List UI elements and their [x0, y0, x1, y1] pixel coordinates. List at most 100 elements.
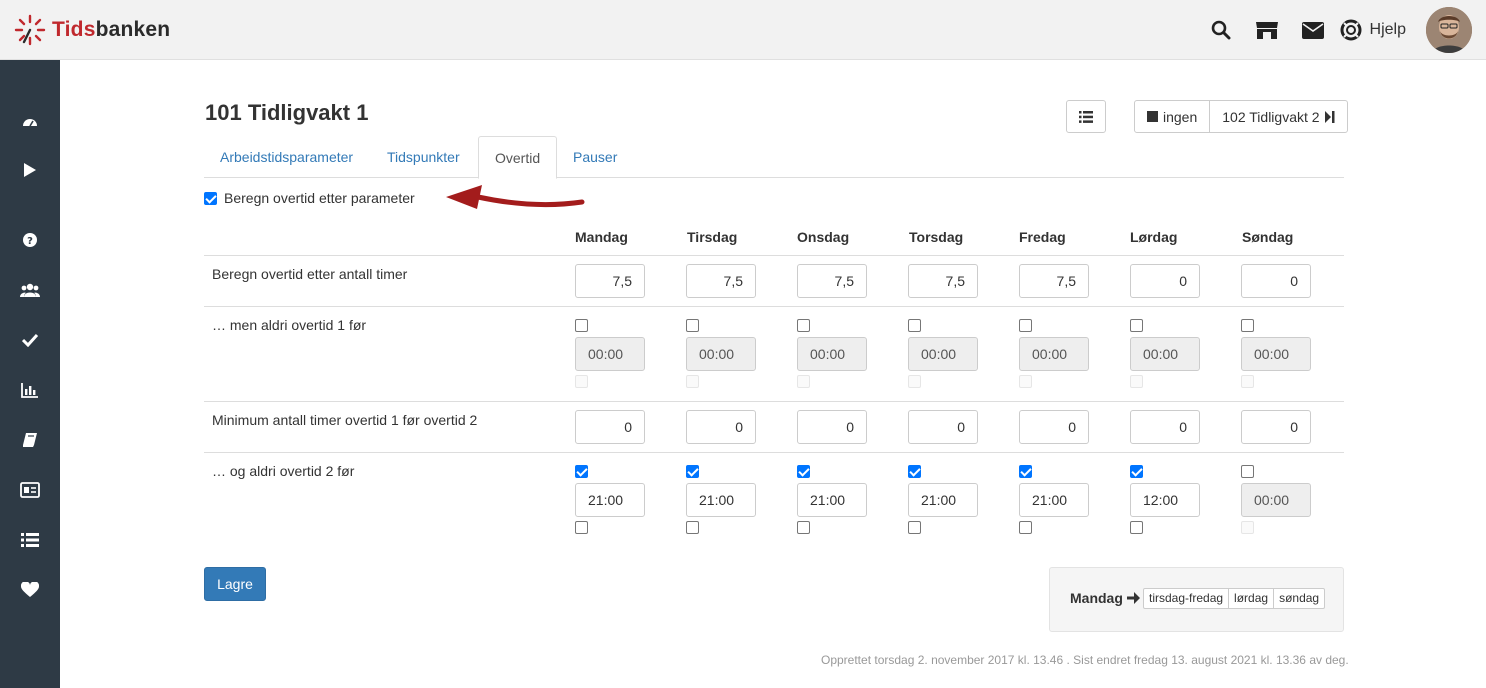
ot2-enable-checkbox-fredag[interactable]	[1019, 465, 1032, 478]
ot2-enable-checkbox-torsdag[interactable]	[908, 465, 921, 478]
min-ot1-input-lordag[interactable]: 0	[1130, 410, 1200, 444]
ot2-next-day-checkbox-tirsdag[interactable]	[686, 521, 699, 534]
bar-chart-icon[interactable]	[0, 370, 60, 410]
day-header-torsdag: Torsdag	[909, 229, 964, 245]
ot1-next-day-checkbox-tirsdag	[686, 375, 699, 388]
ot1-enable-checkbox-fredag[interactable]	[1019, 319, 1032, 332]
calc-overtime-by-parameter-label: Beregn overtid etter parameter	[224, 190, 415, 206]
list-icon	[1079, 110, 1093, 123]
row-label-hours: Beregn overtid etter antall timer	[212, 266, 408, 282]
annotation-arrow-icon	[446, 185, 585, 209]
divider	[204, 306, 1344, 307]
hours-input-tirsdag[interactable]: 7,5	[686, 264, 756, 298]
id-card-icon[interactable]	[0, 470, 60, 510]
ot2-enable-checkbox-mandag[interactable]	[575, 465, 588, 478]
ot2-time-input-lordag[interactable]: 12:00	[1130, 483, 1200, 517]
day-header-mandag: Mandag	[575, 229, 628, 245]
min-ot1-input-sondag[interactable]: 0	[1241, 410, 1311, 444]
ot1-enable-checkbox-mandag[interactable]	[575, 319, 588, 332]
question-icon[interactable]: ?	[0, 220, 60, 260]
store-icon[interactable]	[1244, 7, 1290, 53]
divider	[204, 452, 1344, 453]
copy-to-saturday-button[interactable]: lørdag	[1228, 589, 1273, 608]
hours-input-mandag[interactable]: 7,5	[575, 264, 645, 298]
calc-overtime-by-parameter-checkbox[interactable]	[204, 192, 217, 205]
copy-target-buttons: tirsdag-fredag lørdag søndag	[1143, 588, 1326, 609]
help-link[interactable]: Hjelp	[1340, 19, 1406, 41]
ot2-enable-checkbox-onsdag[interactable]	[797, 465, 810, 478]
heart-icon[interactable]	[0, 570, 60, 610]
ot1-next-day-checkbox-lordag	[1130, 375, 1143, 388]
shift-navigation: ingen 102 Tidligvakt 2	[1134, 100, 1348, 133]
save-button[interactable]: Lagre	[204, 567, 266, 601]
hours-input-lordag[interactable]: 0	[1130, 264, 1200, 298]
min-ot1-input-fredag[interactable]: 0	[1019, 410, 1089, 444]
ot2-next-day-checkbox-lordag[interactable]	[1130, 521, 1143, 534]
page-title: 101 Tidligvakt 1	[205, 100, 369, 125]
mail-icon[interactable]	[1290, 7, 1336, 53]
list-view-button[interactable]	[1066, 100, 1106, 133]
min-ot1-input-torsdag[interactable]: 0	[908, 410, 978, 444]
ot2-time-input-mandag[interactable]: 21:00	[575, 483, 645, 517]
ot1-time-input-mandag: 00:00	[575, 337, 645, 371]
ot2-enable-checkbox-sondag[interactable]	[1241, 465, 1254, 478]
min-ot1-input-onsdag[interactable]: 0	[797, 410, 867, 444]
row-label-never-ot1-before: … men aldri overtid 1 før	[212, 317, 367, 333]
copy-to-sunday-button[interactable]: søndag	[1273, 589, 1324, 608]
arrow-right-icon	[1126, 592, 1140, 604]
ot2-enable-checkbox-tirsdag[interactable]	[686, 465, 699, 478]
previous-shift-button[interactable]: ingen	[1135, 101, 1209, 132]
ot1-time-input-tirsdag: 00:00	[686, 337, 756, 371]
logo-text: Tidsbanken	[52, 18, 171, 41]
min-ot1-input-mandag[interactable]: 0	[575, 410, 645, 444]
help-label: Hjelp	[1369, 21, 1406, 38]
ot1-enable-checkbox-sondag[interactable]	[1241, 319, 1254, 332]
day-header-fredag: Fredag	[1019, 229, 1066, 245]
tab-pauser[interactable]: Pauser	[557, 136, 633, 178]
next-shift-button[interactable]: 102 Tidligvakt 2	[1209, 101, 1346, 132]
user-avatar[interactable]	[1426, 7, 1472, 53]
ot1-enable-checkbox-tirsdag[interactable]	[686, 319, 699, 332]
tab-tidspunkter[interactable]: Tidspunkter	[371, 136, 476, 178]
check-icon[interactable]	[0, 320, 60, 360]
record-history-note: Opprettet torsdag 2. november 2017 kl. 1…	[821, 653, 1349, 667]
day-header-tirsdag: Tirsdag	[687, 229, 738, 245]
hours-input-sondag[interactable]: 0	[1241, 264, 1311, 298]
hours-input-torsdag[interactable]: 7,5	[908, 264, 978, 298]
ot1-enable-checkbox-onsdag[interactable]	[797, 319, 810, 332]
ot2-next-day-checkbox-onsdag[interactable]	[797, 521, 810, 534]
ot2-next-day-checkbox-torsdag[interactable]	[908, 521, 921, 534]
hours-input-fredag[interactable]: 7,5	[1019, 264, 1089, 298]
play-icon[interactable]	[0, 150, 60, 190]
ot2-time-input-fredag[interactable]: 21:00	[1019, 483, 1089, 517]
ot2-next-day-checkbox-fredag[interactable]	[1019, 521, 1032, 534]
ot2-time-input-onsdag[interactable]: 21:00	[797, 483, 867, 517]
ot2-next-day-checkbox-mandag[interactable]	[575, 521, 588, 534]
ot2-enable-checkbox-lordag[interactable]	[1130, 465, 1143, 478]
ot2-time-input-torsdag[interactable]: 21:00	[908, 483, 978, 517]
ot1-enable-checkbox-torsdag[interactable]	[908, 319, 921, 332]
hours-input-onsdag[interactable]: 7,5	[797, 264, 867, 298]
top-bar: Tidsbanken Hjelp	[0, 0, 1486, 60]
copy-to-weekdays-button[interactable]: tirsdag-fredag	[1144, 589, 1228, 608]
ot1-enable-checkbox-lordag[interactable]	[1130, 319, 1143, 332]
row-label-min-hours-ot1: Minimum antall timer overtid 1 før overt…	[212, 412, 478, 428]
app-logo[interactable]: Tidsbanken	[14, 14, 170, 46]
stop-icon	[1147, 111, 1158, 122]
min-ot1-input-tirsdag[interactable]: 0	[686, 410, 756, 444]
tab-arbeidstidsparameter[interactable]: Arbeidstidsparameter	[204, 136, 369, 178]
search-icon[interactable]	[1198, 7, 1244, 53]
ot1-next-day-checkbox-torsdag	[908, 375, 921, 388]
ot1-time-input-lordag: 00:00	[1130, 337, 1200, 371]
svg-text:?: ?	[27, 236, 33, 247]
ot1-time-input-onsdag: 00:00	[797, 337, 867, 371]
ot2-time-input-tirsdag[interactable]: 21:00	[686, 483, 756, 517]
book-icon[interactable]	[0, 420, 60, 460]
day-header-lordag: Lørdag	[1130, 229, 1178, 245]
users-icon[interactable]	[0, 270, 60, 310]
tab-overtid[interactable]: Overtid	[478, 136, 558, 179]
dashboard-icon[interactable]	[0, 102, 60, 142]
list-icon[interactable]	[0, 520, 60, 560]
ot1-next-day-checkbox-mandag	[575, 375, 588, 388]
ot2-time-input-sondag: 00:00	[1241, 483, 1311, 517]
